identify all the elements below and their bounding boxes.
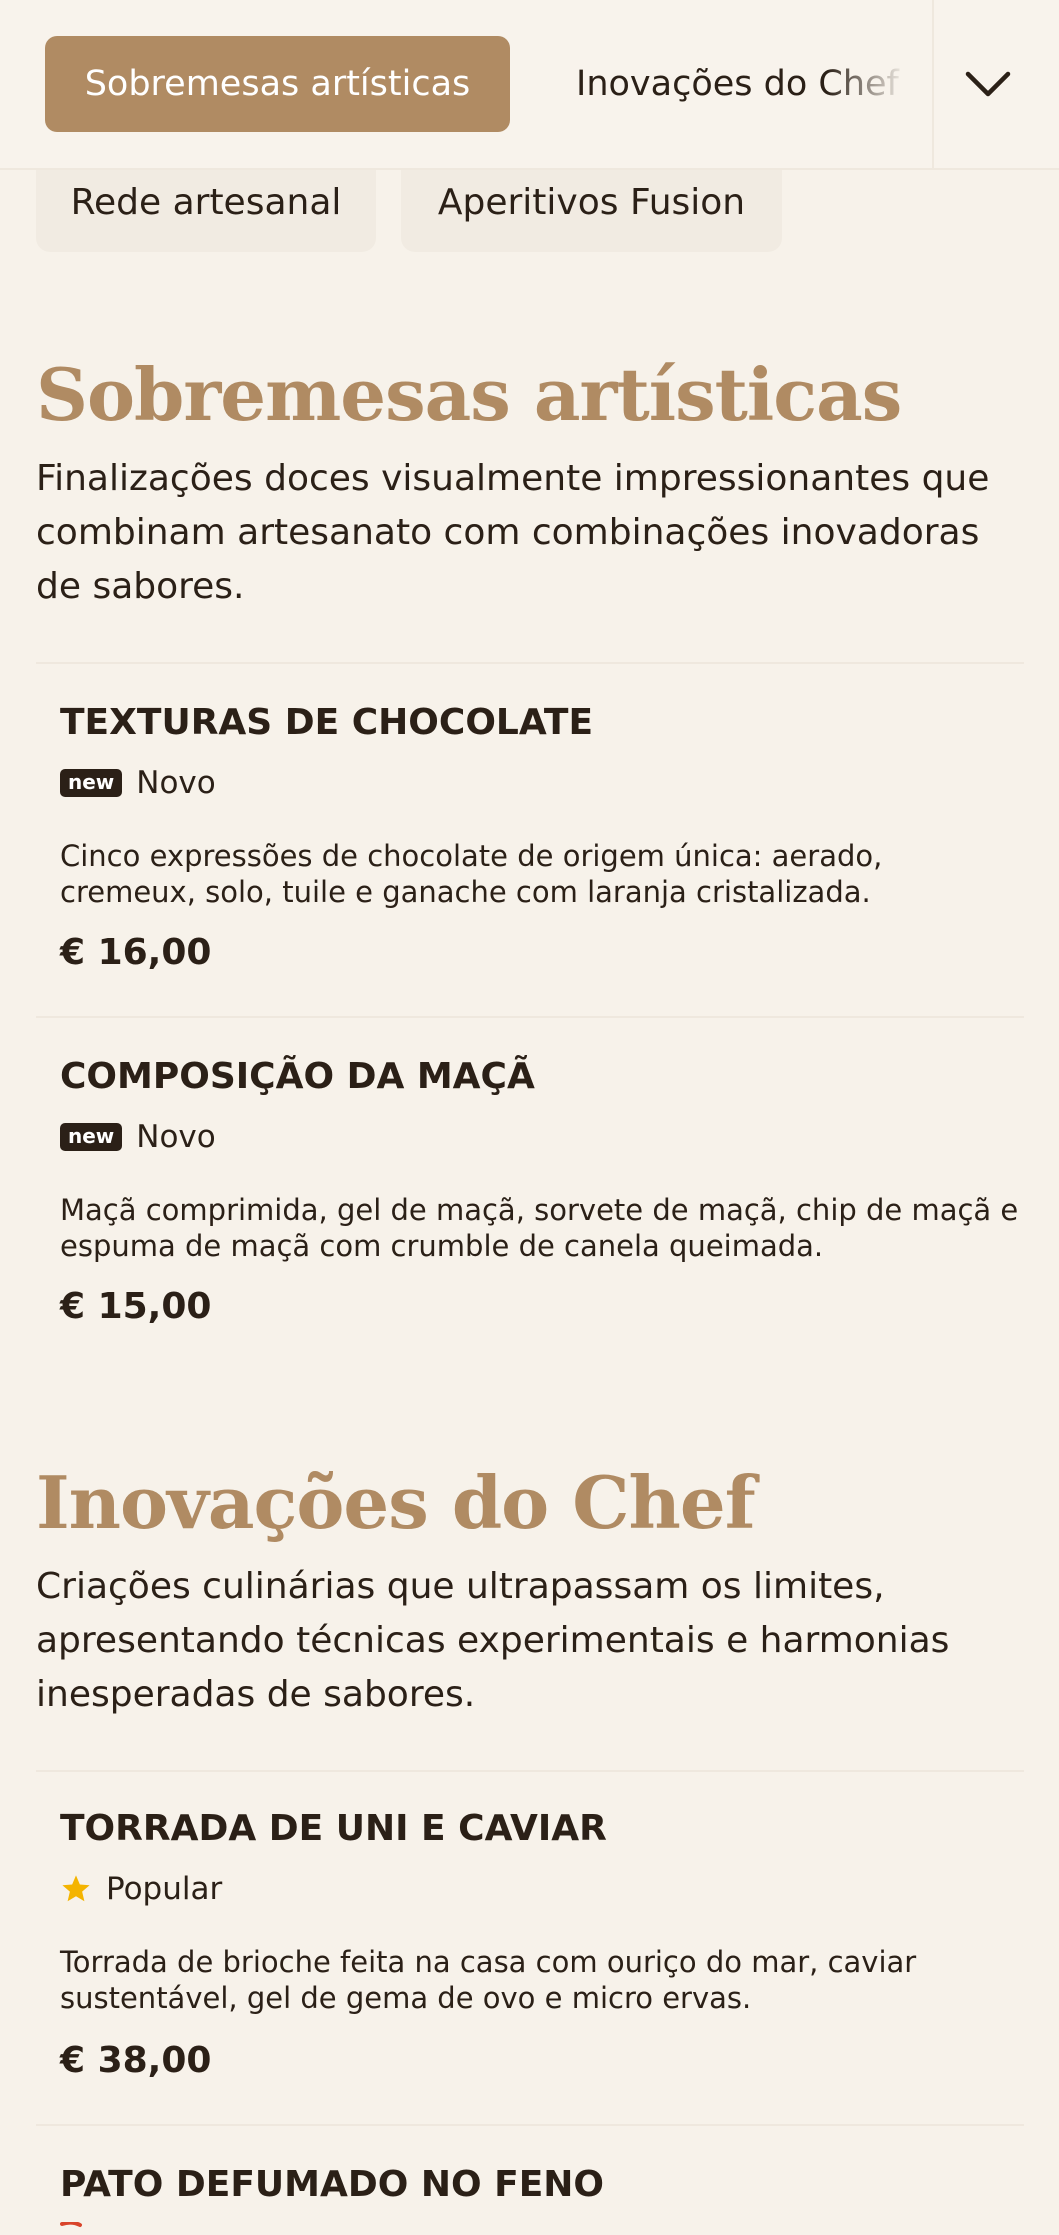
chevron-down-icon [965, 71, 1011, 97]
nav-divider [932, 0, 934, 168]
category-tab-label: Inovações do Chef [576, 64, 899, 104]
badge-label: Novo [136, 1119, 216, 1155]
category-nav: Sobremesas artísticas Inovações do Chef [0, 0, 1059, 170]
new-badge: new [60, 769, 123, 797]
item-badge: Popular [60, 1871, 222, 1907]
item-name: TEXTURAS DE CHOCOLATE [60, 702, 594, 743]
item-description: Cinco expressões de chocolate de origem … [60, 839, 883, 909]
item-price: € 16,00 [60, 932, 212, 973]
section-title: Inovações do Chef [36, 1460, 756, 1545]
expand-categories-button[interactable] [958, 54, 1018, 114]
item-divider [36, 2124, 1024, 2126]
chili-icon [60, 2222, 100, 2228]
item-badge: new Novo [60, 765, 216, 801]
item-description: Torrada de brioche feita na casa com our… [60, 1945, 917, 2015]
section-description: Finalizações doces visualmente impressio… [36, 458, 990, 607]
item-divider [36, 1016, 1024, 1018]
new-badge: new [60, 1123, 123, 1151]
item-badge: new Novo [60, 1119, 216, 1155]
item-price: € 38,00 [60, 2040, 212, 2081]
menu-page: Sobremesas artísticas Inovações do Chef … [0, 0, 1059, 2235]
section-title: Sobremesas artísticas [36, 352, 902, 437]
badge-label: Popular [106, 1871, 223, 1907]
star-icon [60, 1873, 92, 1905]
item-description: Maçã comprimida, gel de maçã, sorvete de… [60, 1193, 1019, 1263]
category-tab-label: Sobremesas artísticas [84, 64, 471, 104]
section-description: Criações culinárias que ultrapassam os l… [36, 1566, 950, 1715]
category-tab-inovacoes[interactable]: Inovações do Chef [576, 36, 906, 132]
item-name: COMPOSIÇÃO DA MAÇÃ [60, 1056, 535, 1097]
category-chip-label: Rede artesanal [70, 181, 342, 223]
item-divider [36, 662, 1024, 664]
category-chip-label: Aperitivos Fusion [437, 181, 746, 223]
item-name: TORRADA DE UNI E CAVIAR [60, 1808, 607, 1849]
category-tab-sobremesas[interactable]: Sobremesas artísticas [45, 36, 510, 132]
item-name: PATO DEFUMADO NO FENO [60, 2164, 605, 2205]
item-divider [36, 1770, 1024, 1772]
item-price: € 15,00 [60, 1286, 212, 1327]
badge-label: Novo [136, 765, 216, 801]
